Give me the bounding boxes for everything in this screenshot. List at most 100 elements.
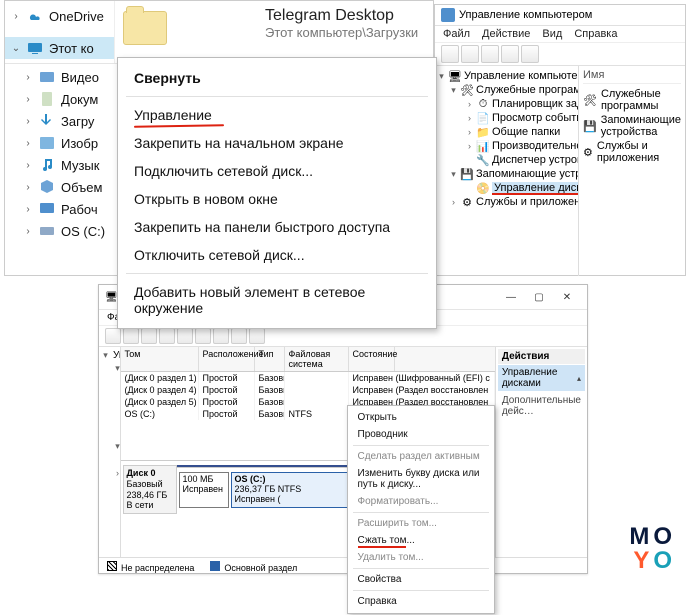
tool-back[interactable] xyxy=(441,45,459,63)
tool-back[interactable] xyxy=(105,328,121,344)
legend-swatch-primary-icon xyxy=(210,561,220,571)
node-label: Производительность xyxy=(492,140,579,152)
col-volume[interactable]: Том xyxy=(121,347,199,371)
ctx-help[interactable]: Справка xyxy=(348,593,494,610)
menu-file[interactable]: Файл xyxy=(443,28,470,40)
col-fs[interactable]: Файловая система xyxy=(285,347,349,371)
tool-x1[interactable] xyxy=(177,328,193,344)
ctx-extend[interactable]: Расширить том... xyxy=(348,515,494,532)
ctx-open-new-window[interactable]: Открыть в новом окне xyxy=(118,185,436,213)
maximize-button[interactable]: ▢ xyxy=(525,288,553,306)
logo-o1: O xyxy=(653,523,676,550)
list-item[interactable]: 🛠Служебные программы xyxy=(583,88,681,112)
tool-fwd[interactable] xyxy=(123,328,139,344)
menu-view[interactable]: Вид xyxy=(542,28,562,40)
node-task-scheduler[interactable]: ›Планировщик заданий xyxy=(101,375,121,388)
part-status: Исправен xyxy=(183,484,224,494)
node-storage[interactable]: ▾Запоминающие устройс xyxy=(101,440,118,453)
ctx-pin-start[interactable]: Закрепить на начальном экране xyxy=(118,129,436,157)
node-system-tools[interactable]: ▾Служебные програм xyxy=(101,362,118,375)
folder-icon: 📁 xyxy=(477,126,489,138)
ctx-mark-active[interactable]: Сделать раздел активным xyxy=(348,448,494,465)
tree-downloads[interactable]: ›Загру xyxy=(5,110,115,132)
node-disk-management[interactable]: 📀Управление дисками xyxy=(437,181,576,195)
node-task-scheduler[interactable]: ›⏱Планировщик заданий xyxy=(437,97,576,111)
ctx-separator xyxy=(353,590,489,591)
minimize-button[interactable]: — xyxy=(497,288,525,306)
cell: Базовый xyxy=(255,384,285,396)
actions-more[interactable]: Дополнительные дейс… xyxy=(498,393,585,419)
node-device-manager[interactable]: Диспетчер устройств xyxy=(101,427,121,440)
event-icon: 📄 xyxy=(477,112,489,124)
node-event-viewer[interactable]: ›Просмотр событий xyxy=(101,388,121,401)
tool-up[interactable] xyxy=(481,45,499,63)
tool-help[interactable] xyxy=(521,45,539,63)
tool-up[interactable] xyxy=(141,328,157,344)
tree-desktop[interactable]: ›Рабоч xyxy=(5,198,115,220)
tool-refresh[interactable] xyxy=(159,328,175,344)
cell: Исправен (Раздел восстановлен xyxy=(349,384,495,396)
col-layout[interactable]: Расположение xyxy=(199,347,255,371)
partition-1[interactable]: 100 МБ Исправен xyxy=(179,472,229,508)
close-button[interactable]: ✕ xyxy=(553,288,581,306)
part-status: Исправен ( xyxy=(235,494,281,504)
table-row[interactable]: (Диск 0 раздел 1)ПростойБазовыйИсправен … xyxy=(121,372,495,384)
node-services-apps[interactable]: ›Службы и приложения xyxy=(101,466,118,479)
ctx-pin-quick-access[interactable]: Закрепить на панели быстрого доступа xyxy=(118,213,436,241)
mmc-icon: 🖥 xyxy=(105,292,118,303)
item-label: Запоминающие устройства xyxy=(601,114,681,138)
tree-videos[interactable]: ›Видео xyxy=(5,66,115,88)
tree-this-pc[interactable]: ⌄ Этот ко xyxy=(5,37,114,59)
node-root[interactable]: ▾Управление компьютером ( xyxy=(101,349,118,362)
node-performance[interactable]: ›📊Производительность xyxy=(437,139,576,153)
tree-documents[interactable]: ›Докум xyxy=(5,88,115,110)
tree-music[interactable]: ›Музык xyxy=(5,154,115,176)
ctx-shrink[interactable]: Сжать том... xyxy=(348,532,494,549)
node-shared-folders[interactable]: ›Общие папки xyxy=(101,401,121,414)
pc-icon xyxy=(27,40,43,56)
tree-os-c[interactable]: ›OS (C:) xyxy=(5,220,115,242)
list-item[interactable]: 💾Запоминающие устройства xyxy=(583,114,681,138)
ctx-map-drive[interactable]: Подключить сетевой диск... xyxy=(118,157,436,185)
ctx-manage[interactable]: Управление xyxy=(118,101,436,129)
ctx-delete[interactable]: Удалить том... xyxy=(348,549,494,566)
tool-fwd[interactable] xyxy=(461,45,479,63)
ctx-explore[interactable]: Проводник xyxy=(348,426,494,443)
node-device-manager[interactable]: 🔧Диспетчер устройств xyxy=(437,153,576,167)
node-root[interactable]: ▾🖥Управление компьютером (лс xyxy=(437,69,576,83)
tool-x4[interactable] xyxy=(231,328,247,344)
disk-summary[interactable]: Диск 0 Базовый 238,46 ГБ В сети xyxy=(123,465,177,514)
node-disk-management[interactable]: Управление дисками xyxy=(101,453,121,466)
node-shared-folders[interactable]: ›📁Общие папки xyxy=(437,125,576,139)
tree-pictures[interactable]: ›Изобр xyxy=(5,132,115,154)
node-performance[interactable]: ›Производительность xyxy=(101,414,121,427)
tool-x2[interactable] xyxy=(195,328,211,344)
disk-status: В сети xyxy=(127,500,154,510)
node-event-viewer[interactable]: ›📄Просмотр событий xyxy=(437,111,576,125)
ctx-add-network-location[interactable]: Добавить новый элемент в сетевое окружен… xyxy=(118,278,436,322)
tree-onedrive[interactable]: › OneDrive xyxy=(5,5,114,27)
table-row[interactable]: (Диск 0 раздел 4)ПростойБазовыйИсправен … xyxy=(121,384,495,396)
actions-selected[interactable]: Управление дисками xyxy=(498,365,585,391)
disk-name: Диск 0 xyxy=(127,468,156,478)
folder-large-icon[interactable] xyxy=(123,11,167,45)
tool-x5[interactable] xyxy=(249,328,265,344)
menu-action[interactable]: Действие xyxy=(482,28,530,40)
menu-help[interactable]: Справка xyxy=(574,28,617,40)
ctx-properties[interactable]: Свойства xyxy=(348,571,494,588)
mmc-tree: ▾🖥Управление компьютером (лс ▾🛠Служебные… xyxy=(435,66,579,276)
tree-3dobjects[interactable]: ›Объем xyxy=(5,176,115,198)
col-status[interactable]: Состояние xyxy=(349,347,395,371)
tool-x3[interactable] xyxy=(213,328,229,344)
ctx-disconnect-drive[interactable]: Отключить сетевой диск... xyxy=(118,241,436,269)
list-item[interactable]: ⚙Службы и приложения xyxy=(583,140,681,164)
node-storage[interactable]: ▾💾Запоминающие устройс xyxy=(437,167,576,181)
col-type[interactable]: Тип xyxy=(255,347,285,371)
node-services-apps[interactable]: ›⚙Службы и приложения xyxy=(437,195,576,209)
ctx-open[interactable]: Открыть xyxy=(348,409,494,426)
ctx-format[interactable]: Форматировать... xyxy=(348,493,494,510)
ctx-collapse[interactable]: Свернуть xyxy=(118,64,436,92)
tool-props[interactable] xyxy=(501,45,519,63)
node-system-tools[interactable]: ▾🛠Служебные программы xyxy=(437,83,576,97)
ctx-change-letter[interactable]: Изменить букву диска или путь к диску... xyxy=(348,465,494,493)
